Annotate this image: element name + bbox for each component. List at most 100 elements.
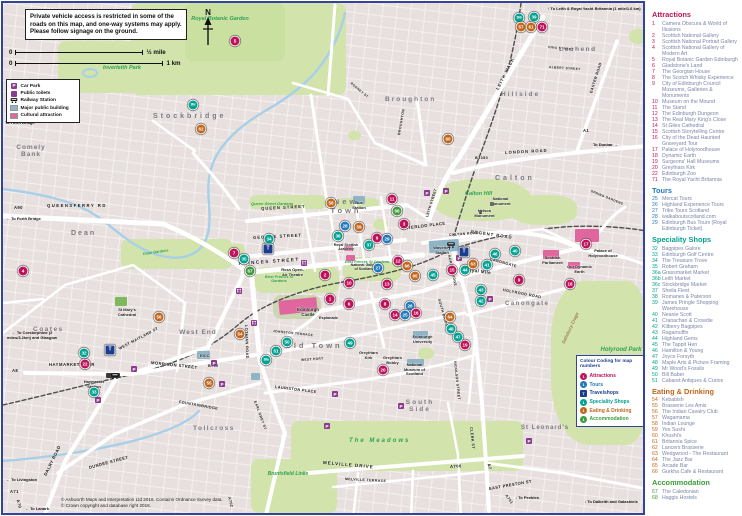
list-item-label: Haggis Hostels	[662, 495, 740, 501]
list-item-label: Gurkha Cafe & Restaurant	[662, 469, 740, 475]
map-marker-9: 9	[373, 234, 382, 243]
legend-item-carpark: PCar Park	[10, 83, 76, 90]
scale-zero: 0	[9, 60, 12, 67]
coding-symbol: 1	[580, 373, 587, 380]
list-item: 71The Royal Yacht Britannia	[652, 177, 740, 183]
map-marker-58: 58	[327, 199, 336, 208]
legend-item-label: Public toilets	[21, 91, 51, 96]
map-marker-37: 37	[365, 241, 374, 250]
colour-coding-box: Colour Coding for map numbers 1Attractio…	[576, 355, 645, 427]
map-marker-12: 12	[394, 257, 403, 266]
map-marker-9: 9	[515, 276, 524, 285]
sidebar-section-title: Speciality Shops	[652, 235, 740, 244]
map-marker-41: 41	[483, 261, 492, 270]
map-marker-68: 68	[393, 207, 402, 216]
map-marker-38: 38	[334, 232, 343, 241]
map-marker-43: 43	[477, 286, 486, 295]
north-arrow: N	[201, 9, 215, 49]
map-marker-22: 22	[81, 360, 90, 369]
map-marker-27: 27	[374, 264, 383, 273]
map-marker-5: 5	[231, 37, 240, 46]
map-marker-44: 44	[461, 266, 470, 275]
map-marker-60: 60	[444, 135, 453, 144]
coding-row: 1Speciality Shops	[580, 398, 643, 407]
scale-km-label: 1 km	[166, 60, 180, 67]
map-marker-57: 57	[517, 23, 526, 32]
restriction-notice: Private vehicle access is restricted in …	[25, 9, 187, 40]
map-marker-T: T	[264, 245, 273, 254]
list-item: 9City of Edinburgh Council Museums, Gall…	[652, 81, 740, 99]
map-marker-36a: 36a	[262, 356, 271, 365]
colour-coding-title: Colour Coding for map numbers	[580, 359, 643, 371]
map-marker-62: 62	[197, 125, 206, 134]
list-item: 16City of the Dead Haunted Graveyard Tou…	[652, 135, 740, 147]
sidebar-section-title: Tours	[652, 186, 740, 195]
map-marker-67: 67	[246, 267, 255, 276]
map-marker-2: 2	[321, 271, 330, 280]
scale-zero: 0	[9, 49, 12, 56]
sidebar-section-speciality-shops: Speciality Shops32Bagpipes Galore33Edinb…	[652, 235, 740, 384]
list-item: 1Camera Obscura & World of Illusions	[652, 21, 740, 33]
copyright-line2: © Crown copyright and database right 201…	[61, 503, 223, 509]
map-marker-14: 14	[391, 311, 400, 320]
map-marker-17: 17	[582, 240, 591, 249]
coding-symbol: T	[580, 390, 587, 397]
map-marker-45: 45	[429, 271, 438, 280]
list-item-label: Scottish National Gallery of Modern Art	[662, 45, 740, 57]
list-item: 39James Pringle Shopping Warehouse	[652, 300, 740, 312]
map-marker-16: 16	[412, 309, 421, 318]
map-marker-66: 66	[403, 262, 412, 271]
list-item: 29Edinburgh Bus Tours (Royal Edinburgh T…	[652, 220, 740, 232]
list-item-number: 1	[652, 21, 662, 33]
legend-item-cultural: Cultural attraction	[10, 112, 76, 119]
list-item-number: 68	[652, 495, 662, 501]
scale-mile-bar	[15, 52, 143, 53]
map-marker-19: 19	[461, 341, 470, 350]
coding-symbol: 1	[580, 381, 587, 388]
building-icon	[10, 105, 18, 111]
cultural-icon	[10, 113, 18, 119]
coding-row: 1Accommodation	[580, 415, 643, 424]
map-marker-40: 40	[511, 247, 520, 256]
sidebar-section-title: Eating & Drinking	[652, 387, 740, 396]
list-item-number: 51	[652, 378, 662, 384]
carpark-icon: P	[10, 83, 18, 89]
coding-label: Travelshops	[590, 390, 619, 396]
coding-row: TTravelshops	[580, 389, 643, 398]
coding-row: 1Eating & Drinking	[580, 406, 643, 415]
map-marker-54: 54	[236, 330, 245, 339]
map-marker-1: 1	[326, 295, 335, 304]
list-item-number: 9	[652, 81, 662, 99]
map-marker-18: 18	[566, 280, 575, 289]
legend-item-label: Railway Station	[21, 98, 56, 103]
railway-icon	[10, 97, 18, 104]
map-marker-33: 33	[90, 388, 99, 397]
map-marker-63: 63	[469, 260, 478, 269]
map-marker-35: 35	[240, 255, 249, 264]
map-marker-56: 56	[155, 313, 164, 322]
list-item: 51Cabaret Antiques & Curios	[652, 378, 740, 384]
coding-row: 1Attractions	[580, 372, 643, 381]
list-item-label: James Pringle Shopping Warehouse	[662, 300, 740, 312]
map-marker-25: 25	[401, 311, 410, 320]
list-item-label: City of Edinburgh Council Museums, Galle…	[662, 81, 740, 99]
list-item: 68Haggis Hostels	[652, 495, 740, 501]
legend-item-toilets: Public toilets	[10, 90, 76, 97]
sidebar-section-eating-drinking: Eating & Drinking54Kebabish55Brasserie L…	[652, 387, 740, 476]
list-item-number: 39	[652, 300, 662, 312]
map-marker-36b: 36b	[515, 14, 524, 23]
map-marker-61: 61	[527, 23, 536, 32]
map-marker-28: 28	[341, 222, 350, 231]
map-marker-15: 15	[448, 266, 457, 275]
list-item-label: The Royal Yacht Britannia	[662, 177, 740, 183]
scale-km-bar	[15, 63, 163, 64]
list-item-number: 16	[652, 135, 662, 147]
north-arrow-icon	[201, 17, 215, 47]
coding-label: Tours	[590, 382, 604, 388]
map-marker-T: T	[106, 346, 115, 355]
legend-item-label: Car Park	[21, 84, 41, 89]
map-marker-10: 10	[345, 279, 354, 288]
map-marker-11: 11	[388, 195, 397, 204]
map-marker-3: 3	[400, 220, 409, 229]
legend-item-building: Major public building	[10, 105, 76, 112]
